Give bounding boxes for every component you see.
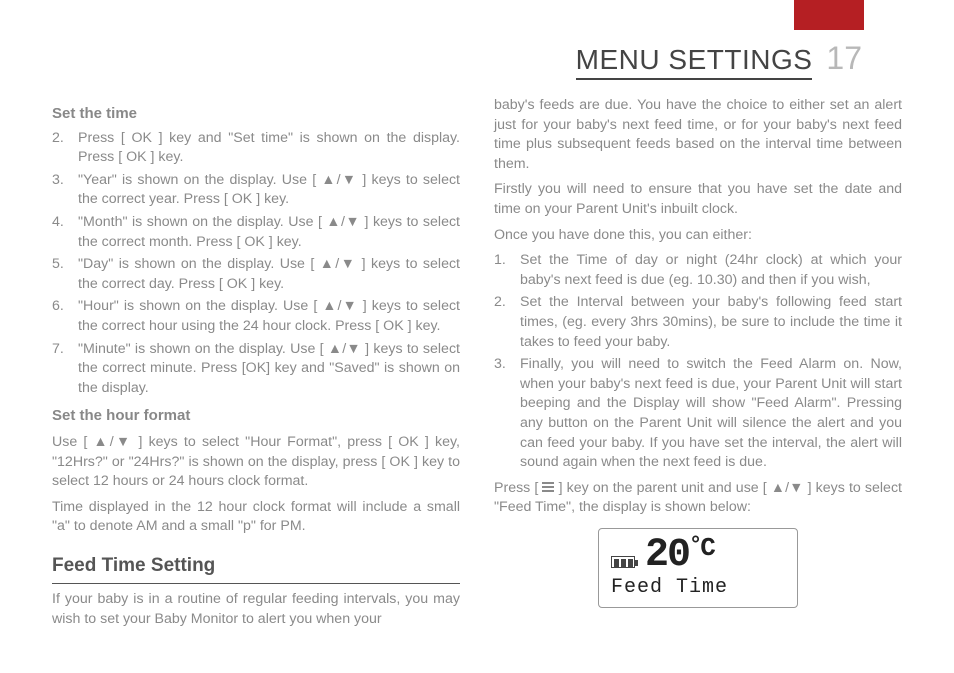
list-item: 3.Finally, you will need to switch the F… [494,355,902,473]
list-item: 5."Day" is shown on the display. Use [ ▲… [52,255,460,294]
paragraph: Once you have done this, you can either: [494,226,902,246]
list-item: 6."Hour" is shown on the display. Use [ … [52,297,460,336]
list-item: 1.Set the Time of day or night (24hr clo… [494,251,902,290]
page-title: MENU SETTINGS [576,44,813,80]
list-item: 7."Minute" is shown on the display. Use … [52,340,460,399]
paragraph: If your baby is in a routine of regular … [52,590,460,629]
paragraph: Time displayed in the 12 hour clock form… [52,498,460,537]
heading-feed-time: Feed Time Setting [52,553,460,584]
paragraph: Use [ ▲/▼ ] keys to select "Hour Format"… [52,433,460,492]
list-item: 2.Set the Interval between your baby's f… [494,293,902,352]
page-number: 17 [826,40,862,77]
menu-icon [542,480,554,494]
list-item: 4."Month" is shown on the display. Use [… [52,213,460,252]
list-item: 3."Year" is shown on the display. Use [ … [52,171,460,210]
steps-set-time: 2.Press [ OK ] key and "Set time" is sho… [52,129,460,399]
paragraph: Firstly you will need to ensure that you… [494,180,902,219]
list-item: 2.Press [ OK ] key and "Set time" is sho… [52,129,460,168]
heading-hour-format: Set the hour format [52,406,460,427]
paragraph: Press [ ] key on the parent unit and use… [494,479,902,518]
body-columns: Set the time 2.Press [ OK ] key and "Set… [52,96,902,643]
paragraph: baby's feeds are due. You have the choic… [494,96,902,174]
heading-set-time: Set the time [52,104,460,125]
page-header: MENU SETTINGS 17 [0,40,954,80]
steps-feed: 1.Set the Time of day or night (24hr clo… [494,251,902,473]
lcd-label: Feed Time [611,574,785,602]
battery-icon [611,556,635,568]
lcd-temperature: 20°C [645,537,714,572]
lcd-display: 20°C Feed Time [598,528,798,609]
header-accent-block [794,0,864,30]
